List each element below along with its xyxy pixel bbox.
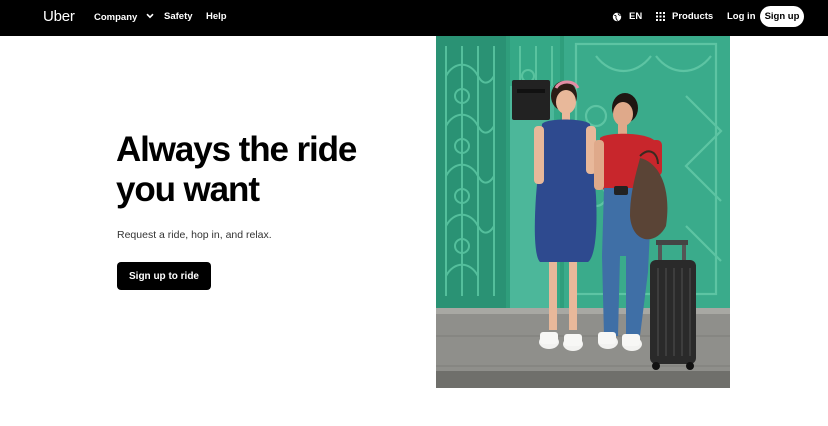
language-selector[interactable]: EN [612, 11, 642, 22]
uber-logo[interactable]: Uber [43, 8, 75, 25]
login-link[interactable]: Log in [727, 11, 756, 22]
hero-title: Always the ride you want [116, 130, 416, 210]
nav-company-label: Company [94, 12, 138, 23]
globe-icon [612, 12, 622, 21]
chevron-down-icon [146, 11, 154, 22]
nav-company[interactable]: Company [94, 11, 154, 23]
nav-safety[interactable]: Safety [164, 11, 193, 22]
grid-icon [656, 12, 665, 21]
language-label: EN [629, 11, 643, 22]
top-nav: Uber Company Safety Help EN Products Log… [0, 0, 828, 36]
hero-image [436, 36, 730, 388]
hero-subtitle: Request a ride, hop in, and relax. [117, 229, 272, 241]
products-menu[interactable]: Products [656, 11, 713, 22]
nav-help[interactable]: Help [206, 11, 227, 22]
signup-to-ride-button[interactable]: Sign up to ride [117, 262, 211, 290]
hero-title-line1: Always the ride [116, 130, 357, 169]
hero-title-line2: you want [116, 170, 260, 209]
products-label: Products [672, 11, 714, 22]
signup-button[interactable]: Sign up [760, 6, 804, 27]
